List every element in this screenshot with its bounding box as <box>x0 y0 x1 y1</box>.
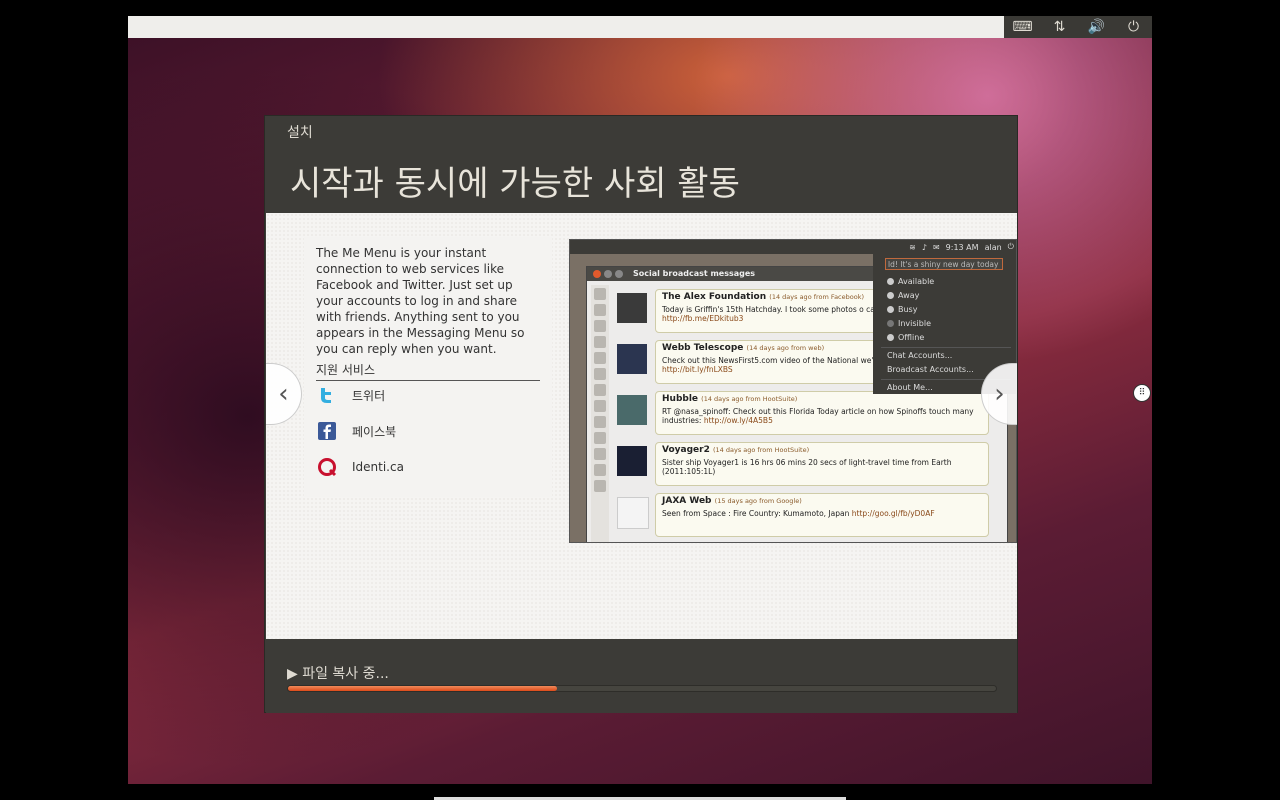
slide-screenshot: ≋ ♪ ✉ 9:13 AM alan ⏻ Social broadcast me… <box>569 239 1017 543</box>
screenshot-panel: ≋ ♪ ✉ 9:13 AM alan ⏻ <box>570 240 1016 254</box>
keyboard-icon[interactable]: ⌨ <box>1008 16 1038 38</box>
social-sidebar <box>591 285 609 542</box>
user-name: alan <box>984 242 1002 252</box>
status-invisible: Invisible <box>887 319 931 328</box>
service-twitter: 트위터 <box>316 383 385 407</box>
about-me-item: About Me... <box>887 383 933 392</box>
progress-fill <box>288 686 558 691</box>
message-bubble: Voyager2 (14 days ago from HootSuite) Si… <box>655 442 989 486</box>
slide-content: ‹ The Me Menu is your instant connection… <box>266 213 1017 639</box>
installer-window: 설치 시작과 동시에 가능한 사회 활동 ‹ The Me Menu is yo… <box>264 115 1018 713</box>
chat-accounts-item: Chat Accounts... <box>887 351 953 360</box>
message-bubble: Hubble (14 days ago from HootSuite) RT @… <box>655 391 989 435</box>
desktop: ⌨ ⇅ 🔊 ⏻ 설치 시작과 동시에 가능한 사회 활동 ‹ The Me Me… <box>128 16 1152 784</box>
mouse-cursor: ⠿ <box>1133 384 1151 402</box>
mail-icon: ✉ <box>932 242 940 252</box>
slide-text-panel: The Me Menu is your instant connection t… <box>304 237 552 497</box>
service-name: 트위터 <box>352 388 386 403</box>
avatar <box>617 293 647 323</box>
progress-status[interactable]: ▶ 파일 복사 중... <box>287 663 389 683</box>
slide-headline: 시작과 동시에 가능한 사회 활동 <box>290 164 740 204</box>
status-away: Away <box>887 291 919 300</box>
indicator-area: ⌨ ⇅ 🔊 ⏻ <box>1004 16 1152 38</box>
message-item: Voyager2 (14 days ago from HootSuite) Si… <box>615 442 991 488</box>
service-facebook: 페이스북 <box>316 419 396 443</box>
services-heading: 지원 서비스 <box>316 361 540 381</box>
message-bubble: JAXA Web (15 days ago from Google) Seen … <box>655 493 989 537</box>
avatar <box>617 395 647 425</box>
message-item: Hubble (14 days ago from HootSuite) RT @… <box>615 391 991 437</box>
window-title: 설치 <box>287 125 313 141</box>
progress-area: ▶ 파일 복사 중... <box>266 639 1017 713</box>
twitter-icon <box>316 384 338 406</box>
status-busy: Busy <box>887 305 917 314</box>
facebook-icon <box>316 420 338 442</box>
power-icon: ⏻ <box>1007 242 1014 251</box>
menu-separator <box>881 347 1011 348</box>
status-offline: Offline <box>887 333 924 342</box>
wifi-icon: ≋ <box>909 242 916 252</box>
avatar <box>617 497 649 529</box>
avatar <box>617 344 647 374</box>
window-controls <box>593 270 623 278</box>
volume-icon[interactable]: 🔊 <box>1082 16 1112 38</box>
status-message-input: ld! It's a shiny new day today <box>885 258 1003 270</box>
volume-icon: ♪ <box>921 242 927 252</box>
avatar <box>617 446 647 476</box>
network-icon[interactable]: ⇅ <box>1045 16 1075 38</box>
service-name: 페이스북 <box>352 424 397 439</box>
slide-description: The Me Menu is your instant connection t… <box>316 246 525 356</box>
broadcast-accounts-item: Broadcast Accounts... <box>887 365 974 374</box>
progress-bar <box>287 685 997 692</box>
previous-slide-button[interactable]: ‹ <box>266 363 302 425</box>
service-name: Identi.ca <box>352 460 404 474</box>
clock-text: 9:13 AM <box>945 242 979 252</box>
top-panel: ⌨ ⇅ 🔊 ⏻ <box>128 16 1152 38</box>
power-icon[interactable]: ⏻ <box>1119 16 1149 38</box>
status-available: Available <box>887 277 934 286</box>
service-identica: Identi.ca <box>316 455 404 479</box>
identica-icon <box>316 456 338 478</box>
message-item: JAXA Web (15 days ago from Google) Seen … <box>615 493 991 539</box>
